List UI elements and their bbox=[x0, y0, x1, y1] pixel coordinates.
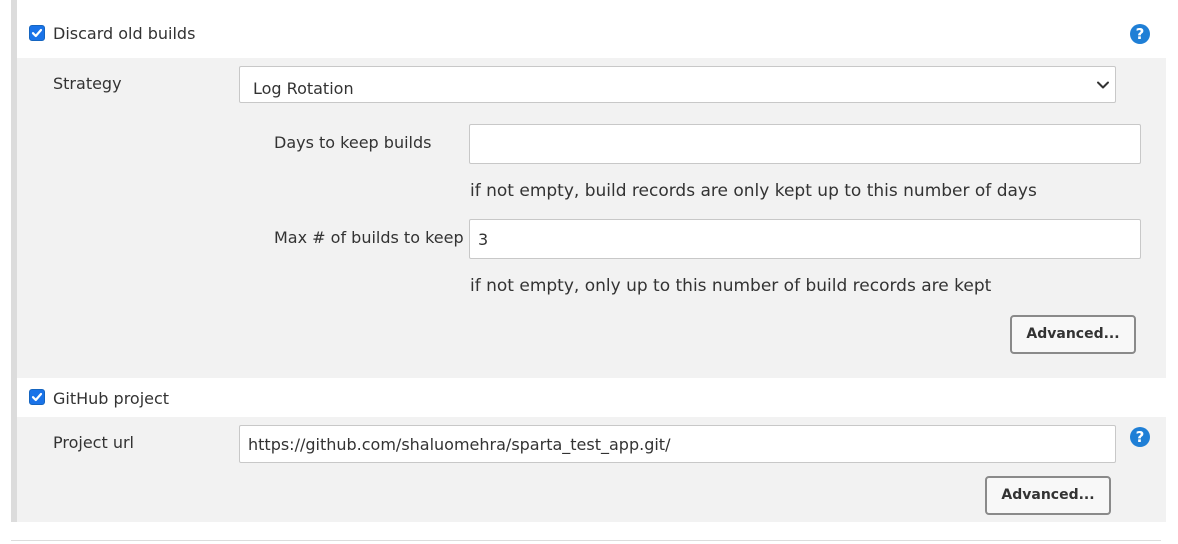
project-url-label: Project url bbox=[53, 433, 134, 452]
strategy-select[interactable]: Log Rotation bbox=[239, 66, 1116, 103]
days-to-keep-input[interactable] bbox=[469, 124, 1141, 164]
discard-old-builds-label[interactable]: Discard old builds bbox=[53, 24, 195, 43]
github-project-label[interactable]: GitHub project bbox=[53, 389, 169, 408]
github-project-checkbox[interactable] bbox=[29, 389, 45, 405]
divider bbox=[11, 540, 1161, 541]
chevron-down-icon bbox=[1097, 81, 1109, 89]
checkmark-icon bbox=[31, 28, 43, 38]
days-to-keep-label: Days to keep builds bbox=[274, 133, 432, 152]
max-builds-hint: if not empty, only up to this number of … bbox=[470, 276, 992, 296]
help-icon[interactable]: ? bbox=[1130, 24, 1150, 44]
strategy-label: Strategy bbox=[53, 74, 122, 93]
max-builds-input[interactable] bbox=[469, 219, 1141, 259]
checkmark-icon bbox=[31, 392, 43, 402]
github-advanced-button[interactable]: Advanced... bbox=[985, 476, 1111, 515]
strategy-selected-value: Log Rotation bbox=[253, 79, 354, 98]
help-icon[interactable]: ? bbox=[1130, 427, 1150, 447]
days-to-keep-hint: if not empty, build records are only kep… bbox=[470, 181, 1037, 201]
discard-settings-panel bbox=[17, 58, 1166, 378]
discard-advanced-button[interactable]: Advanced... bbox=[1010, 315, 1136, 354]
discard-old-builds-checkbox[interactable] bbox=[29, 25, 45, 41]
project-url-input[interactable] bbox=[239, 425, 1116, 463]
max-builds-label: Max # of builds to keep bbox=[274, 228, 464, 247]
